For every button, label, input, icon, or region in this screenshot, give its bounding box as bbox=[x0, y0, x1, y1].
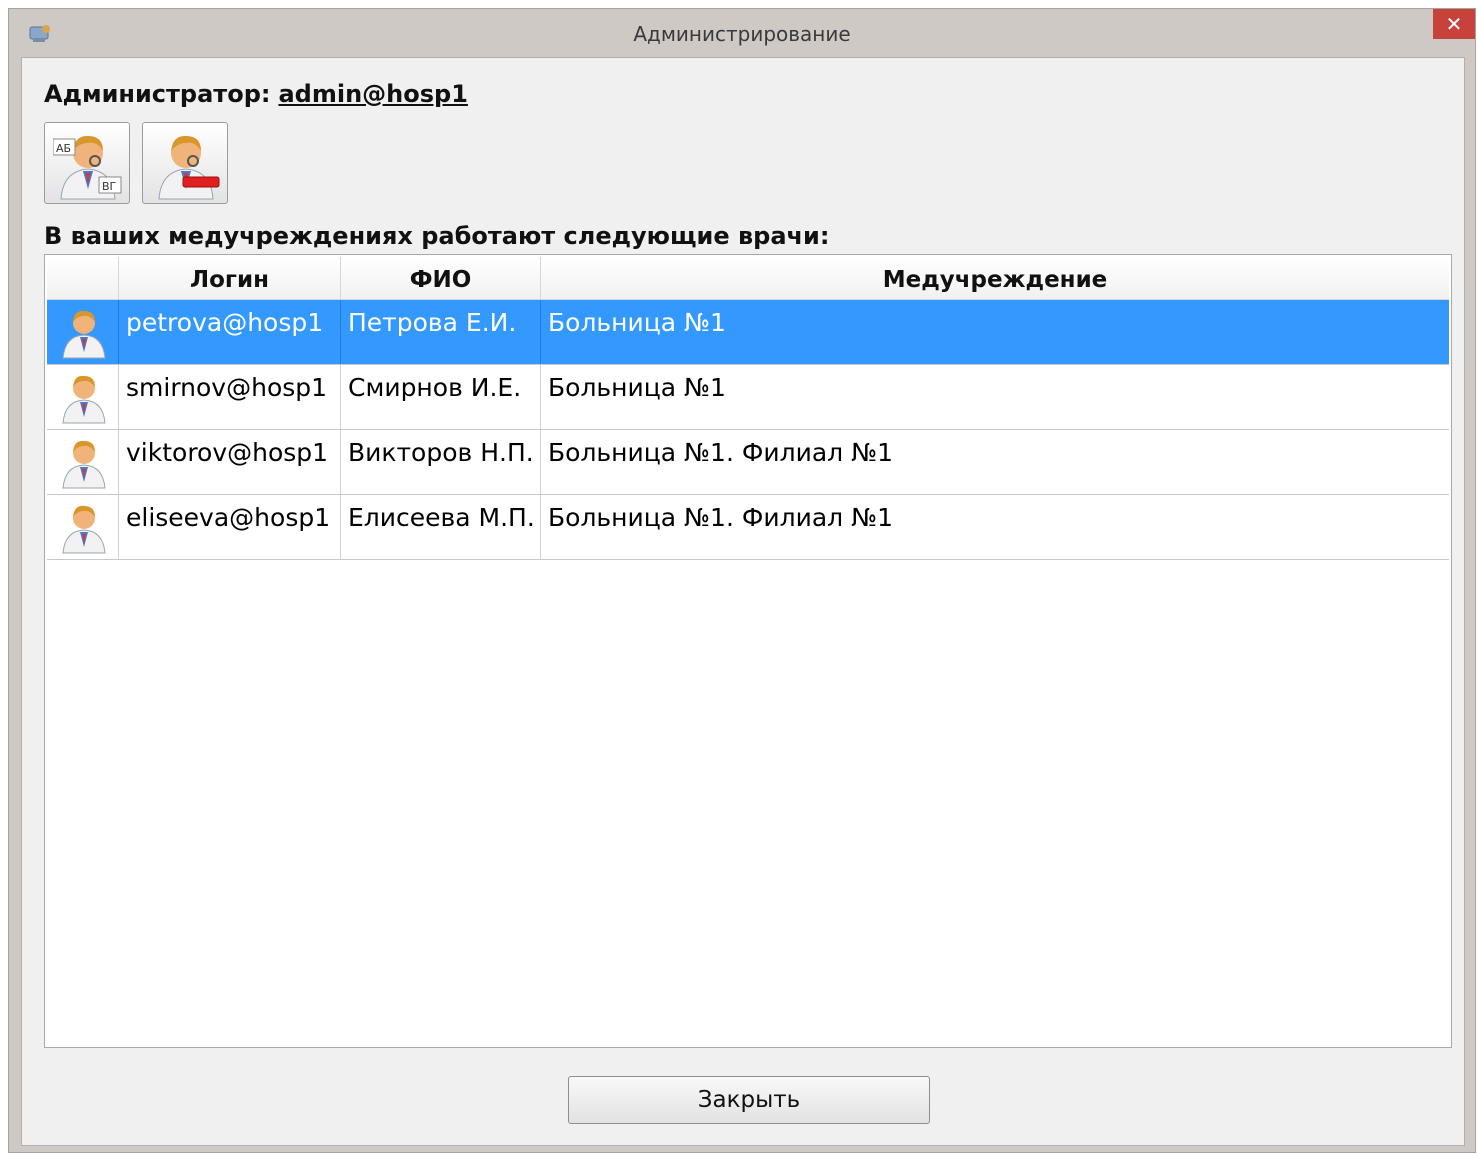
doctor-avatar-icon bbox=[47, 365, 119, 429]
table-header: Логин ФИО Медучреждение bbox=[47, 257, 1449, 300]
doctor-avatar-icon bbox=[47, 300, 119, 364]
cell-login: petrova@hosp1 bbox=[119, 300, 341, 364]
table-row[interactable]: eliseeva@hosp1 Елисеева М.П. Больница №1… bbox=[47, 495, 1449, 560]
client-area: Администратор: admin@hosp1 АБ ВГ В ваших… bbox=[21, 57, 1465, 1146]
doctor-avatar-icon bbox=[47, 430, 119, 494]
table-row[interactable]: petrova@hosp1 Петрова Е.И. Больница №1 bbox=[47, 300, 1449, 365]
badge-top-text: АБ bbox=[56, 142, 71, 155]
table-body: petrova@hosp1 Петрова Е.И. Больница №1 s… bbox=[47, 300, 1449, 560]
cell-login: smirnov@hosp1 bbox=[119, 365, 341, 429]
doctor-remove-icon bbox=[158, 135, 220, 200]
doctor-avatar-icon bbox=[47, 495, 119, 559]
cell-org: Больница №1. Филиал №1 bbox=[548, 503, 893, 532]
admin-window: Администрирование ✕ Администратор: admin@… bbox=[8, 8, 1476, 1153]
cell-login: viktorov@hosp1 bbox=[119, 430, 341, 494]
close-dialog-button[interactable]: Закрыть bbox=[568, 1076, 930, 1124]
cell-fio: Елисеева М.П. bbox=[341, 495, 541, 559]
admin-login-link[interactable]: admin@hosp1 bbox=[278, 80, 467, 108]
table-row[interactable]: smirnov@hosp1 Смирнов И.Е. Больница №1 bbox=[47, 365, 1449, 430]
badge-bottom-text: ВГ bbox=[102, 180, 117, 193]
header-fio[interactable]: ФИО bbox=[341, 257, 541, 299]
cell-fio: Викторов Н.П. bbox=[341, 430, 541, 494]
window-title: Администрирование bbox=[633, 22, 851, 46]
doctors-table: Логин ФИО Медучреждение petrova@hosp1 Пе… bbox=[44, 254, 1452, 1048]
header-icon-column[interactable] bbox=[47, 257, 119, 299]
doctor-abc-icon: АБ ВГ bbox=[53, 135, 122, 200]
cell-fio: Петрова Е.И. bbox=[341, 300, 541, 364]
table-row[interactable]: viktorov@hosp1 Викторов Н.П. Больница №1… bbox=[47, 430, 1449, 495]
cell-org: Больница №1 bbox=[548, 308, 726, 337]
header-org[interactable]: Медучреждение bbox=[541, 257, 1449, 299]
title-bar[interactable]: Администрирование ✕ bbox=[9, 9, 1475, 59]
window-close-button[interactable]: ✕ bbox=[1433, 9, 1475, 39]
doctor-remove-button[interactable] bbox=[142, 122, 228, 204]
header-login[interactable]: Логин bbox=[119, 257, 341, 299]
cell-org: Больница №1. Филиал №1 bbox=[548, 438, 893, 467]
doctors-list-label: В ваших медучреждениях работают следующи… bbox=[44, 222, 830, 250]
admin-info: Администратор: admin@hosp1 bbox=[44, 80, 468, 108]
cell-org: Больница №1 bbox=[548, 373, 726, 402]
cell-login: eliseeva@hosp1 bbox=[119, 495, 341, 559]
cell-fio: Смирнов И.Е. bbox=[341, 365, 541, 429]
doctor-abc-button[interactable]: АБ ВГ bbox=[44, 122, 130, 204]
admin-label: Администратор: bbox=[44, 80, 271, 108]
